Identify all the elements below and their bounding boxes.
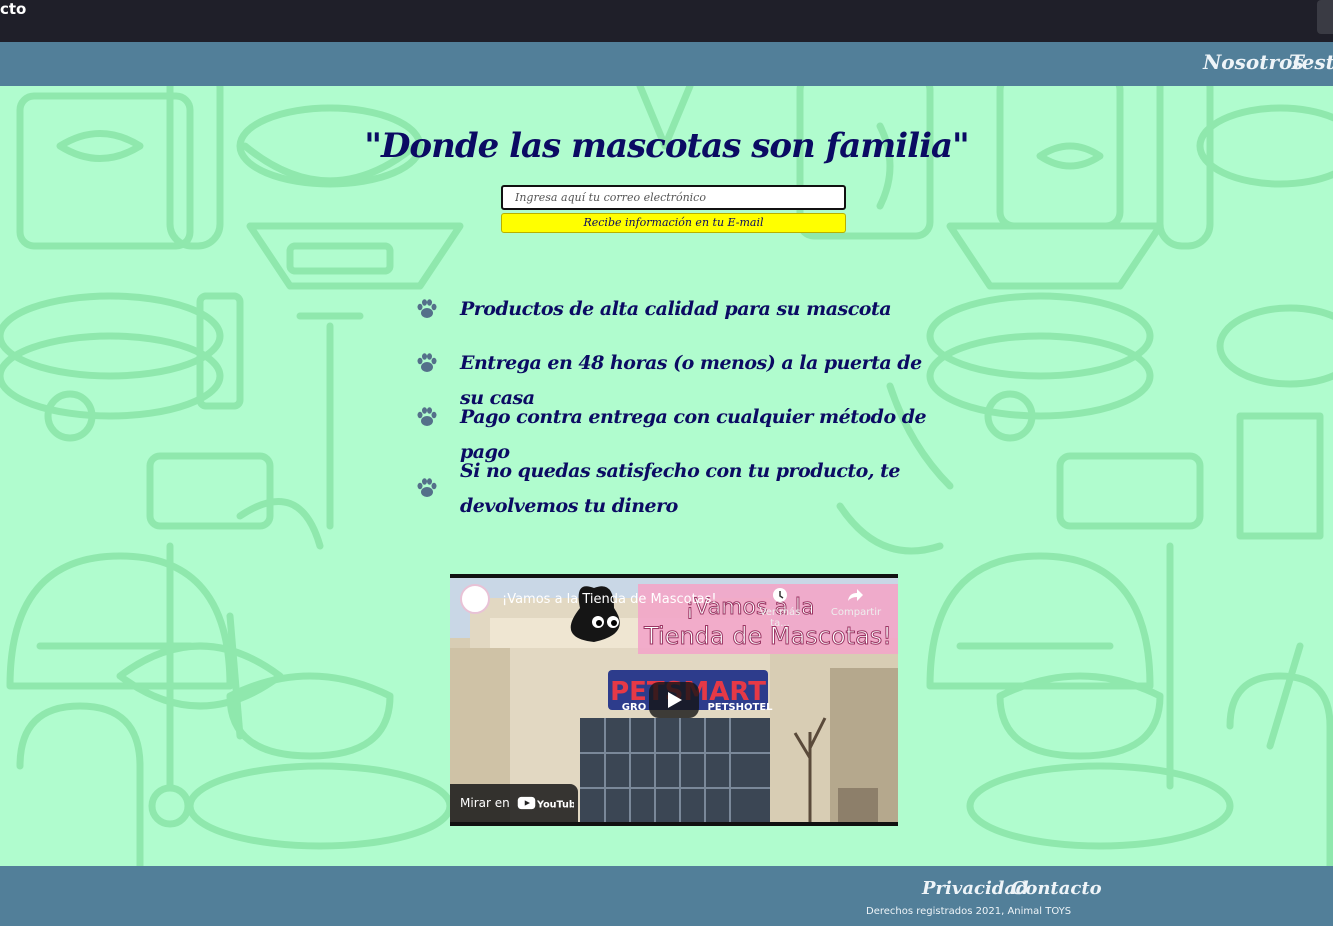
play-button[interactable]	[649, 682, 699, 718]
share-label: Compartir	[830, 607, 882, 618]
watch-on-label: Mirar en	[460, 796, 510, 810]
feature-text: Si no quedas satisfecho con tu producto,…	[460, 460, 900, 517]
hero-title: "Donde las mascotas son familia"	[364, 126, 970, 166]
site-footer: Privacidad Contacto Derechos registrados…	[0, 866, 1333, 926]
subscribe-button[interactable]: Recibe información en tu E-mail	[501, 213, 846, 233]
site-navbar: Nosotros Testim	[0, 42, 1333, 86]
paw-icon	[417, 478, 437, 497]
youtube-wordmark: YouTube	[536, 799, 574, 810]
window-control[interactable]	[1317, 0, 1333, 34]
share-icon	[848, 589, 863, 601]
youtube-embed[interactable]: ¡Vamos a la Tienda de Mascotas! PETSMART…	[450, 574, 898, 826]
channel-avatar[interactable]	[460, 584, 490, 614]
share-button[interactable]: Compartir	[828, 586, 884, 618]
paw-icon	[417, 353, 437, 372]
clock-icon	[773, 588, 787, 602]
email-input[interactable]	[501, 185, 846, 210]
paw-icon	[417, 407, 437, 426]
feature-text: Productos de alta calidad para su mascot…	[460, 298, 892, 320]
browser-topbar: cto	[0, 0, 1333, 42]
watch-later-label: Ver más ta...	[759, 607, 801, 629]
paw-icon	[417, 299, 437, 318]
copyright-text: Derechos registrados 2021, Animal TOYS	[866, 906, 1072, 917]
store-sign-right: PETSHOTEL	[707, 702, 773, 713]
watch-later-button[interactable]: Ver más ta...	[750, 586, 810, 629]
watch-on-youtube[interactable]: Mirar en YouTube	[450, 784, 578, 822]
youtube-logo-icon: YouTube	[517, 796, 574, 810]
footer-link-contacto[interactable]: Contacto	[1011, 878, 1102, 899]
video-title[interactable]: ¡Vamos a la Tienda de Mascotas!	[502, 592, 717, 607]
store-sign-left: GRO	[622, 702, 646, 713]
window-title: cto	[0, 0, 27, 18]
nav-link-testimonios[interactable]: Testim	[1289, 50, 1333, 74]
